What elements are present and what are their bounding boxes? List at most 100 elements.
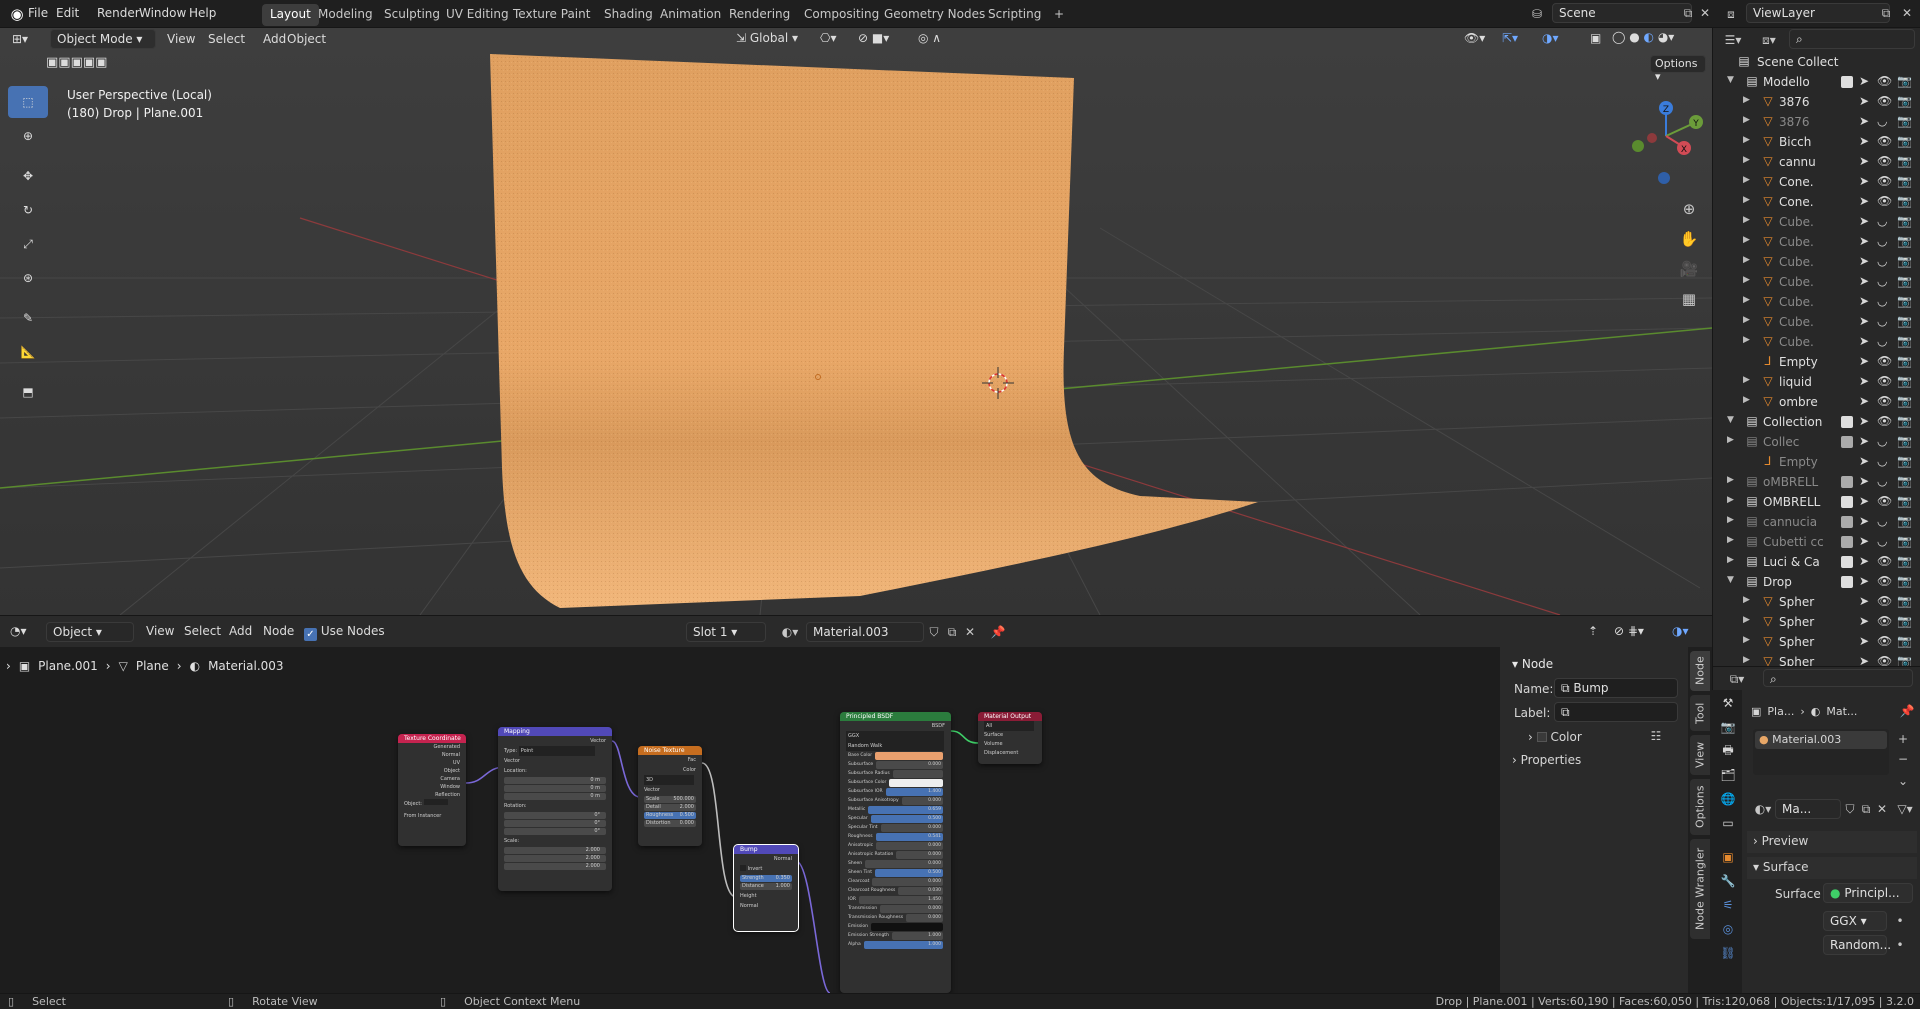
tool-tab-icon[interactable]: ⚒ <box>1719 694 1737 712</box>
exclude-checkbox[interactable] <box>1841 436 1853 448</box>
hidden-eye-icon[interactable]: ◡ <box>1877 534 1887 548</box>
snap-node-icon[interactable]: ⊘ ⋕▾ <box>1614 624 1644 638</box>
ortho-grid-icon[interactable]: ▦ <box>1676 286 1702 312</box>
mode-selector[interactable]: Object Mode ▾ <box>50 29 156 49</box>
render-camera-icon[interactable]: 📷 <box>1897 194 1912 208</box>
hidden-eye-icon[interactable]: ◡ <box>1877 474 1887 488</box>
add-slot-icon[interactable]: + <box>1895 731 1911 747</box>
unlink-material-icon[interactable]: ✕ <box>962 624 978 640</box>
surface-shader-field[interactable]: ● Principl... <box>1823 883 1913 903</box>
collapsed-arrow-icon[interactable]: ▶ <box>1743 395 1750 405</box>
selectable-icon[interactable]: ➤ <box>1859 434 1869 448</box>
outliner-row-liquid[interactable]: ▶ ▽ liquid ➤ 👁 📷 <box>1713 372 1920 392</box>
physics-tab-icon[interactable]: ◎ <box>1719 920 1737 938</box>
render-camera-icon[interactable]: 📷 <box>1897 414 1912 428</box>
visible-eye-icon[interactable]: 👁 <box>1877 174 1892 188</box>
render-camera-icon[interactable]: 📷 <box>1897 174 1912 188</box>
render-camera-icon[interactable]: 📷 <box>1897 234 1912 248</box>
visible-eye-icon[interactable]: 👁 <box>1877 634 1892 648</box>
visible-eye-icon[interactable]: 👁 <box>1877 394 1892 408</box>
expanded-arrow-icon[interactable]: ▼ <box>1727 75 1734 85</box>
render-camera-icon[interactable]: 📷 <box>1897 554 1912 568</box>
node-menu-add[interactable]: Add <box>229 624 252 638</box>
tab-modeling[interactable]: Modeling <box>310 4 381 26</box>
outliner-row-collec[interactable]: ▶ ▤ Collec ➤ ◡ 📷 <box>1713 432 1920 452</box>
mapping-rot-field[interactable]: 0° <box>504 828 606 835</box>
outliner-search[interactable]: ⌕ <box>1789 29 1915 49</box>
collapsed-arrow-icon[interactable]: ▶ <box>1743 655 1750 665</box>
use-nodes-checkbox-icon[interactable]: ✓ <box>304 628 317 641</box>
hidden-eye-icon[interactable]: ◡ <box>1877 234 1887 248</box>
visible-eye-icon[interactable]: 👁 <box>1877 594 1892 608</box>
mapping-rot-field[interactable]: 0° <box>504 820 606 827</box>
render-camera-icon[interactable]: 📷 <box>1897 574 1912 588</box>
visible-eye-icon[interactable]: 👁 <box>1877 94 1892 108</box>
exclude-checkbox[interactable] <box>1841 556 1853 568</box>
collapsed-arrow-icon[interactable]: ▶ <box>1743 635 1750 645</box>
bsdf-sheen-tint-field[interactable]: Sheen Tint 0.500 <box>846 869 945 877</box>
render-camera-icon[interactable]: 📷 <box>1897 594 1912 608</box>
menu-window[interactable]: Window <box>139 6 186 20</box>
breadcrumb-material[interactable]: Mat... <box>1826 705 1857 718</box>
collapsed-arrow-icon[interactable]: ▶ <box>1727 495 1734 505</box>
bsdf-base-color-field[interactable]: Base Color <box>846 752 945 760</box>
node-name-field[interactable]: ⧉ Bump <box>1554 678 1678 698</box>
render-camera-icon[interactable]: 📷 <box>1897 514 1912 528</box>
menu-help[interactable]: Help <box>189 6 216 20</box>
selectable-icon[interactable]: ➤ <box>1859 554 1869 568</box>
fake-user-icon[interactable]: ⛉ <box>1843 801 1857 817</box>
distribution-value[interactable]: GGX <box>846 731 944 741</box>
preview-panel-header[interactable]: › Preview <box>1747 831 1917 853</box>
bump-node[interactable]: Bump Normal Invert Strength 0.350 Distance… <box>733 844 799 932</box>
outliner-row-empty[interactable]: ⅃ Empty ➤ 👁 📷 <box>1713 352 1920 372</box>
bsdf-anisotropic-rotation-field[interactable]: Anisotropic Rotation 0.000 <box>846 851 945 859</box>
node-menu-select[interactable]: Select <box>184 624 221 638</box>
render-camera-icon[interactable]: 📷 <box>1897 154 1912 168</box>
color-subpanel[interactable]: › Color <box>1528 730 1582 744</box>
bsdf-subsurface-color-field[interactable]: Subsurface Color <box>846 779 945 787</box>
tab-options[interactable]: Options <box>1690 779 1710 835</box>
outliner-row-cube[interactable]: ▶ ▽ Cube. ➤ ◡ 📷 <box>1713 252 1920 272</box>
collapsed-arrow-icon[interactable]: ▶ <box>1743 315 1750 325</box>
viewport-menu-add[interactable]: Add <box>263 32 286 46</box>
remove-slot-icon[interactable]: − <box>1895 751 1911 767</box>
node-label-field[interactable]: ⧉ <box>1554 702 1678 722</box>
slot-specials-icon[interactable]: ⌄ <box>1895 773 1911 789</box>
collapsed-arrow-icon[interactable]: ▶ <box>1727 555 1734 565</box>
render-camera-icon[interactable]: 📷 <box>1897 114 1912 128</box>
collapsed-arrow-icon[interactable]: ▶ <box>1743 375 1750 385</box>
collapsed-arrow-icon[interactable]: ▶ <box>1743 595 1750 605</box>
delete-view-layer-icon[interactable]: ✕ <box>1900 5 1914 21</box>
collapsed-arrow-icon[interactable]: ▶ <box>1727 475 1734 485</box>
select-mode-buttons[interactable]: ▣▣▣▣▣ <box>46 55 107 70</box>
bump-strength-field[interactable]: Strength 0.350 <box>740 875 792 882</box>
type-value[interactable]: Point <box>518 746 595 756</box>
outliner-row-ombrell[interactable]: ▶ ▤ OMBRELL ➤ 👁 📷 <box>1713 492 1920 512</box>
pin-icon[interactable]: 📌 <box>1899 703 1915 719</box>
navigation-gizmo[interactable]: Z Y X <box>1616 86 1706 196</box>
material-browse-icon[interactable]: ◐▾ <box>774 624 806 640</box>
fake-user-icon[interactable]: ⛉ <box>926 624 942 640</box>
options-button[interactable]: Options ▾ <box>1650 55 1706 83</box>
node-overlay-icon[interactable]: ◑▾ <box>1672 624 1689 638</box>
menu-edit[interactable]: Edit <box>56 6 79 20</box>
tab-node-wrangler[interactable]: Node Wrangler <box>1690 839 1710 939</box>
render-camera-icon[interactable]: 📷 <box>1897 474 1912 488</box>
collapsed-arrow-icon[interactable]: ▶ <box>1743 615 1750 625</box>
outliner[interactable]: ☰▾ ⧈▾ ⌕ ▤ Scene Collect ▼ ▤ Modello ➤ 👁 📷 ▶ ▽ 38… <box>1712 28 1920 669</box>
slot-selector[interactable]: Slot 1 ▾ <box>686 622 766 642</box>
visible-eye-icon[interactable]: 👁 <box>1877 374 1892 388</box>
render-camera-icon[interactable]: 📷 <box>1897 74 1912 88</box>
render-camera-icon[interactable]: 📷 <box>1897 274 1912 288</box>
from-instancer-label[interactable]: From Instancer <box>404 813 441 819</box>
orientation-selector[interactable]: ⇲ Global ▾ <box>736 31 798 45</box>
tab-texture-paint[interactable]: Texture Paint <box>505 4 598 26</box>
bsdf-subsurface-radius-field[interactable]: Subsurface Radius <box>846 770 945 778</box>
shader-type-selector[interactable]: Object ▾ <box>46 622 134 642</box>
hidden-eye-icon[interactable]: ◡ <box>1877 114 1887 128</box>
collapsed-arrow-icon[interactable]: ▶ <box>1743 275 1750 285</box>
visible-eye-icon[interactable]: 👁 <box>1877 194 1892 208</box>
collapsed-arrow-icon[interactable]: ▶ <box>1743 95 1750 105</box>
render-camera-icon[interactable]: 📷 <box>1897 254 1912 268</box>
outliner-row-cubetti-cc[interactable]: ▶ ▤ Cubetti cc ➤ ◡ 📷 <box>1713 532 1920 552</box>
